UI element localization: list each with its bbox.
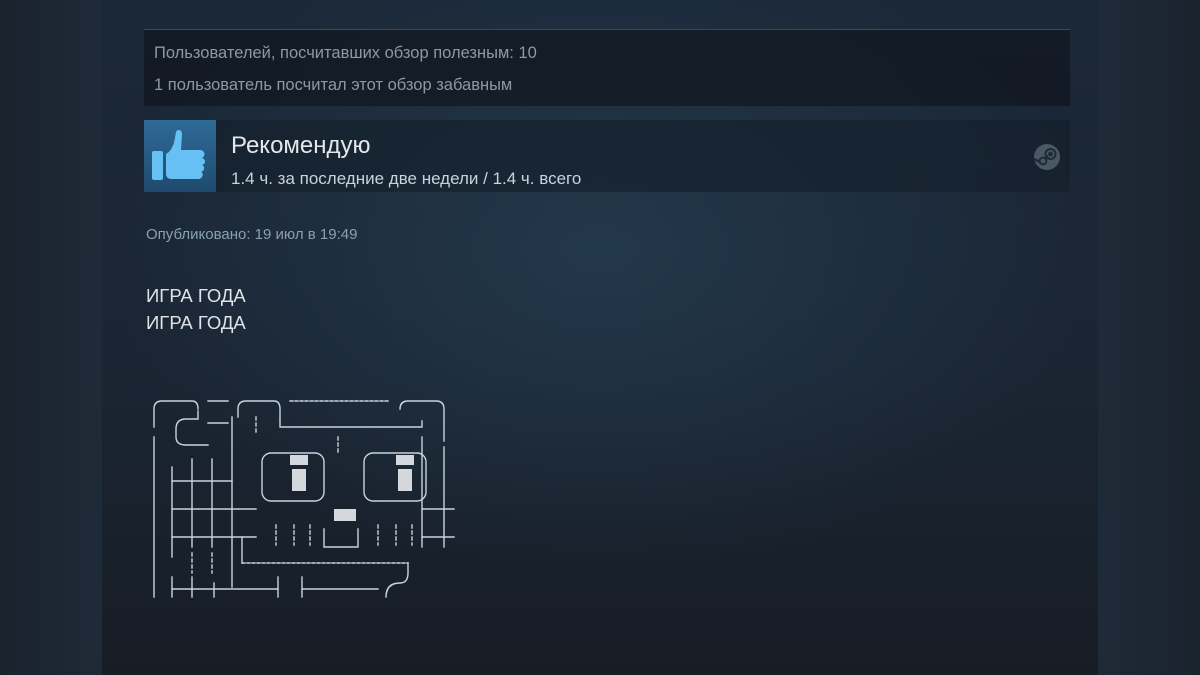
posted-date: Опубликовано: 19 июл в 19:49 [146,226,358,243]
recommendation-header[interactable]: Рекомендую 1.4 ч. за последние две недел… [144,120,1070,192]
review-line: ИГРА ГОДА [146,285,246,306]
ascii-art-face [152,397,462,612]
playtime-text: 1.4 ч. за последние две недели / 1.4 ч. … [231,169,582,188]
left-margin [0,0,102,675]
funny-votes-text: 1 пользователь посчитал этот обзор забав… [154,76,513,94]
vote-summary-box: Пользователей, посчитавших обзор полезны… [144,29,1070,106]
review-body: ИГРА ГОДА ИГРА ГОДА [146,282,246,336]
steam-icon [1033,144,1060,175]
right-margin [1098,0,1200,675]
review-content: Пользователей, посчитавших обзор полезны… [102,0,1098,675]
recommendation-title: Рекомендую [231,132,371,159]
review-line: ИГРА ГОДА [146,312,246,333]
helpful-votes-text: Пользователей, посчитавших обзор полезны… [154,44,537,62]
thumbs-up-icon [144,120,216,192]
